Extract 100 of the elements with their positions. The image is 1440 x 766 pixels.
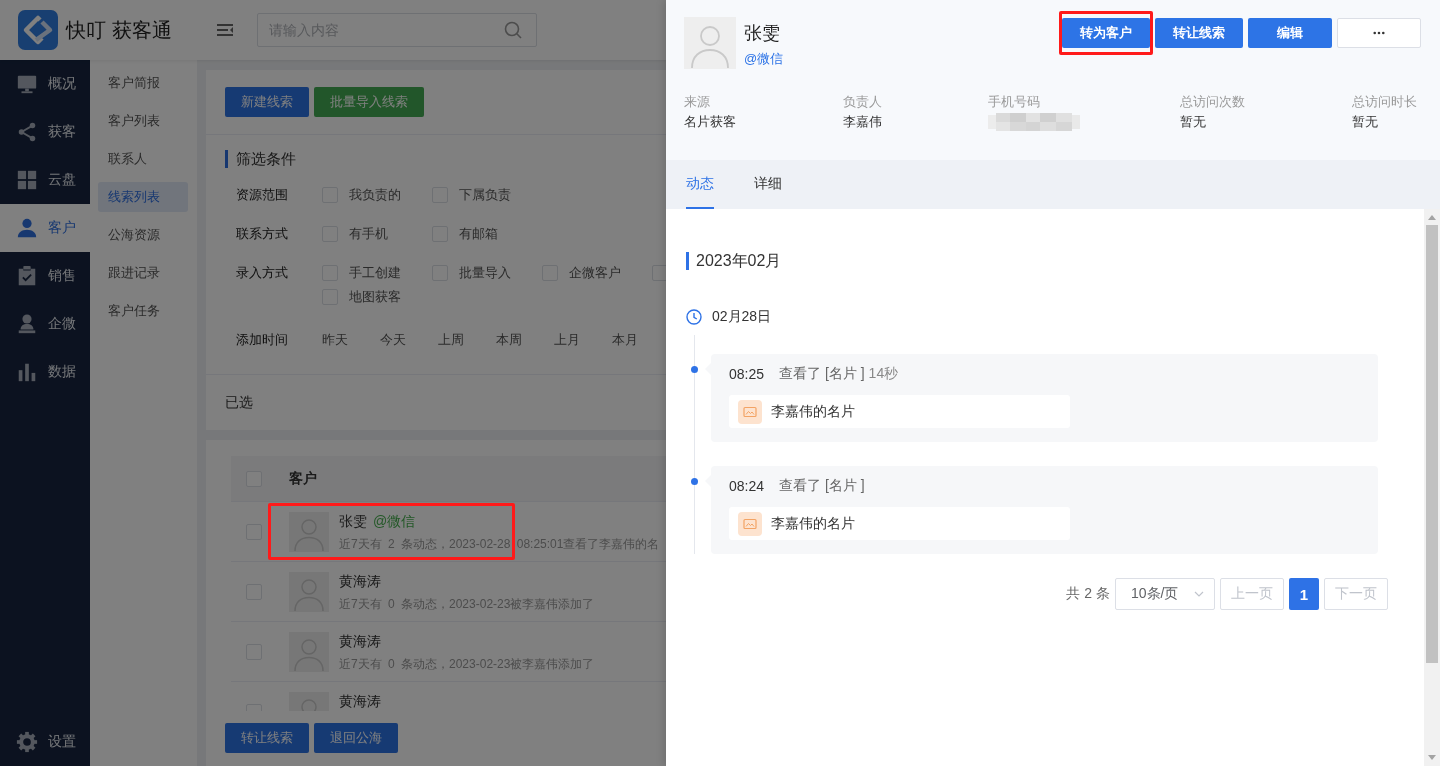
image-icon <box>738 399 762 424</box>
month-heading: 2023年02月 <box>686 252 782 270</box>
page-size-select[interactable]: 10条/页 <box>1115 578 1215 610</box>
checkbox-label[interactable]: 地图获客 <box>349 288 401 306</box>
nav-item[interactable]: 云盘 <box>0 156 90 204</box>
more-button[interactable] <box>1337 18 1421 48</box>
submenu-item[interactable]: 客户简报 <box>98 68 188 98</box>
nav-item[interactable]: 销售 <box>0 252 90 300</box>
dot-icon <box>691 478 698 485</box>
nav-item[interactable]: 获客 <box>0 108 90 156</box>
nav-item[interactable]: 数据 <box>0 348 90 396</box>
filter-label: 添加时间 <box>236 331 289 349</box>
action-button[interactable]: 新建线索 <box>225 87 309 117</box>
filter-chip[interactable]: 昨天 <box>322 328 380 352</box>
info-label: 手机号码 <box>988 93 1040 111</box>
arrow-up-icon[interactable] <box>1428 215 1436 220</box>
nav-item[interactable]: 客户 <box>0 204 90 252</box>
date-label: 02月28日 <box>712 308 772 326</box>
person-icon <box>16 217 38 239</box>
submenu-item[interactable]: 跟进记录 <box>98 258 188 288</box>
scrollbar[interactable] <box>1424 209 1440 766</box>
checkbox-label[interactable]: 有邮箱 <box>459 225 498 243</box>
bar-chart-icon <box>16 361 38 383</box>
section-title: 筛选条件 <box>225 150 296 168</box>
avatar-icon <box>684 17 736 69</box>
action-button[interactable]: 转让线索 <box>225 723 309 753</box>
checkbox-label[interactable]: 下属负责 <box>459 186 511 204</box>
event-time: 08:25 <box>729 366 765 382</box>
image-icon <box>738 511 762 536</box>
filter-chip[interactable]: 今天 <box>380 328 438 352</box>
event-action: 查看了 [名片 ] <box>779 365 865 383</box>
filter-chip[interactable]: 上月 <box>554 328 612 352</box>
info-value: 暂无 <box>1180 113 1206 131</box>
info-value: 李嘉伟 <box>843 113 882 131</box>
action-button[interactable]: 转让线索 <box>1155 18 1243 48</box>
attachment-item[interactable]: 李嘉伟的名片 <box>729 395 1070 428</box>
info-label: 负责人 <box>843 93 882 111</box>
avatar-icon <box>289 512 329 552</box>
submenu-item[interactable]: 客户列表 <box>98 106 188 136</box>
filter-chip[interactable]: 上周 <box>438 328 496 352</box>
settings-icon <box>16 731 38 753</box>
total-count: 共 2 条 <box>1066 585 1110 603</box>
info-label: 来源 <box>684 93 710 111</box>
action-button[interactable]: 转为客户 <box>1062 18 1150 48</box>
share-icon <box>16 121 38 143</box>
tab[interactable]: 动态 <box>686 160 714 209</box>
event-time: 08:24 <box>729 478 765 494</box>
submenu-item[interactable]: 客户任务 <box>98 296 188 326</box>
customer-name[interactable]: 黄海涛 <box>339 633 381 651</box>
dot-icon <box>691 366 698 373</box>
filter-chip[interactable]: 本周 <box>496 328 554 352</box>
search-icon[interactable] <box>504 21 522 39</box>
column-header: 客户 <box>289 469 317 488</box>
customer-name[interactable]: 黄海涛 <box>339 573 381 591</box>
logo-icon <box>18 10 58 50</box>
filter-label: 录入方式 <box>236 264 289 282</box>
info-value: 暂无 <box>1352 113 1378 131</box>
filter-label: 联系方式 <box>236 225 289 243</box>
nav-item[interactable]: 概况 <box>0 60 90 108</box>
app-name: 快叮 获客通 <box>66 17 172 43</box>
info-label: 总访问时长 <box>1352 93 1417 111</box>
avatar-icon <box>289 632 329 672</box>
nav-item[interactable]: 企微 <box>0 300 90 348</box>
checkbox[interactable] <box>652 265 666 281</box>
tab[interactable]: 详细 <box>754 160 782 209</box>
customer-name[interactable]: 黄海涛 <box>339 693 381 711</box>
customer-name[interactable]: 张雯 <box>339 513 367 531</box>
channel-label: @微信 <box>744 50 784 68</box>
checkbox-label[interactable]: 有手机 <box>349 225 388 243</box>
monitor-icon <box>16 73 38 95</box>
submenu-item[interactable]: 联系人 <box>98 144 188 174</box>
filter-chip[interactable]: 本月 <box>612 328 666 352</box>
avatar-icon <box>289 572 329 612</box>
event-duration: 14秒 <box>868 365 899 383</box>
checkbox-label[interactable]: 手工创建 <box>349 264 401 282</box>
info-label: 总访问次数 <box>1180 93 1245 111</box>
arrow-down-icon[interactable] <box>1428 755 1436 760</box>
action-button[interactable]: 批量导入线索 <box>314 87 424 117</box>
action-button[interactable]: 退回公海 <box>314 723 398 753</box>
scrollbar-thumb[interactable] <box>1426 225 1438 663</box>
event-action: 查看了 [名片 ] <box>779 477 865 495</box>
info-value: 名片获客 <box>684 113 736 131</box>
checkbox-label[interactable]: 企微客户 <box>569 264 621 282</box>
menu-icon[interactable] <box>217 22 233 38</box>
nav-item[interactable]: 设置 <box>0 718 90 766</box>
chevron-down-icon <box>1194 591 1204 597</box>
selected-label: 已选 <box>225 394 253 410</box>
attachment-item[interactable]: 李嘉伟的名片 <box>729 507 1070 540</box>
submenu-item[interactable]: 公海资源 <box>98 220 188 250</box>
submenu-item[interactable]: 线索列表 <box>98 182 188 212</box>
contact-name: 张雯 <box>744 22 780 44</box>
more-icon <box>1373 31 1385 35</box>
checkbox-label[interactable]: 我负责的 <box>349 186 401 204</box>
clock-icon <box>686 309 702 325</box>
clipboard-check-icon <box>16 265 38 287</box>
page-button[interactable]: 1 <box>1289 578 1319 610</box>
channel-tag: @微信 <box>373 513 416 531</box>
checkbox-label[interactable]: 批量导入 <box>459 264 511 282</box>
person-bust-icon <box>16 313 38 335</box>
action-button[interactable]: 编辑 <box>1248 18 1332 48</box>
